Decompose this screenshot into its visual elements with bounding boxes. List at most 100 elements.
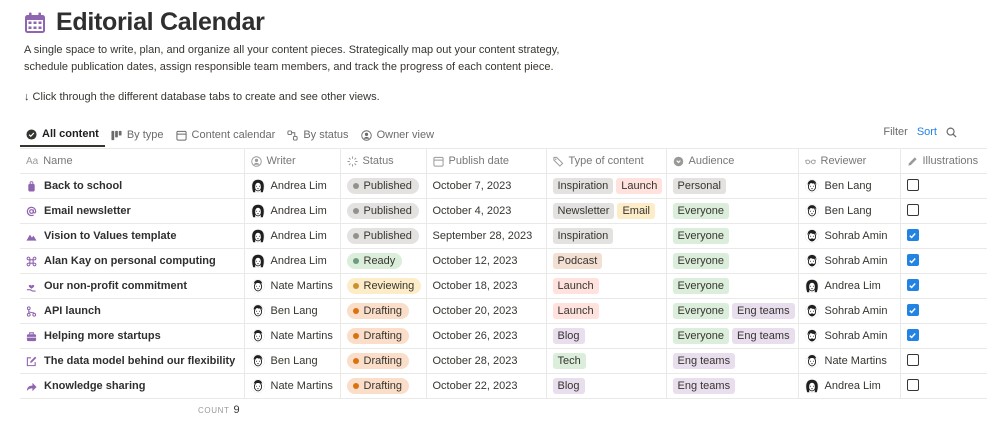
writer-cell[interactable]: Ben Lang <box>244 348 341 374</box>
audience-tag[interactable]: Eng teams <box>672 378 736 394</box>
publish-date-cell[interactable]: October 26, 2023 <box>426 323 547 349</box>
status-cell[interactable]: Drafting <box>340 298 427 324</box>
page-name[interactable]: Back to school <box>44 180 122 192</box>
page-name[interactable]: Our non-profit commitment <box>44 280 187 292</box>
name-cell[interactable]: Back to school <box>20 173 245 199</box>
status-badge[interactable]: Drafting <box>346 353 410 369</box>
audience-tag[interactable]: Eng teams <box>672 353 736 369</box>
type-tag[interactable]: Launch <box>616 178 663 194</box>
audience-tag[interactable]: Eng teams <box>731 328 795 344</box>
type-cell[interactable]: Inspiration Launch <box>546 173 667 199</box>
audience-cell[interactable]: Personal <box>666 173 799 199</box>
illustrations-cell[interactable] <box>900 223 987 249</box>
type-cell[interactable]: Launch <box>546 273 667 299</box>
name-cell[interactable]: The data model behind our flexibility <box>20 348 245 374</box>
illustrations-cell[interactable] <box>900 323 987 349</box>
type-tag[interactable]: Blog <box>552 328 585 344</box>
audience-tag[interactable]: Everyone <box>672 203 729 219</box>
illustrations-checkbox[interactable] <box>906 378 919 391</box>
type-cell[interactable]: Tech <box>546 348 667 374</box>
illustrations-cell[interactable] <box>900 348 987 374</box>
publish-date-cell[interactable]: October 12, 2023 <box>426 248 547 274</box>
type-cell[interactable]: Inspiration <box>546 223 667 249</box>
table-row[interactable]: Back to school Andrea Lim Published October… <box>20 173 987 199</box>
column-header-illustrations[interactable]: Illustrations <box>900 148 987 174</box>
table-row[interactable]: API launch Ben Lang Drafting October 20, 20… <box>20 298 987 324</box>
tab-by-status[interactable]: By status <box>281 123 354 147</box>
page-name[interactable]: Helping more startups <box>44 330 161 342</box>
name-cell[interactable]: Knowledge sharing <box>20 373 245 399</box>
status-cell[interactable]: Published <box>340 198 427 224</box>
reviewer-cell[interactable]: Andrea Lim <box>798 373 901 399</box>
name-cell[interactable]: Vision to Values template <box>20 223 245 249</box>
table-row[interactable]: Email newsletter Andrea Lim Published Octob… <box>20 198 987 224</box>
audience-tag[interactable]: Everyone <box>672 303 729 319</box>
type-tag[interactable]: Blog <box>552 378 585 394</box>
table-row[interactable]: The data model behind our flexibility Ben… <box>20 348 987 374</box>
publish-date-cell[interactable]: October 20, 2023 <box>426 298 547 324</box>
status-badge[interactable]: Published <box>346 178 419 194</box>
type-tag[interactable]: Inspiration <box>552 178 614 194</box>
name-cell[interactable]: API launch <box>20 298 245 324</box>
illustrations-checkbox[interactable] <box>906 254 919 267</box>
status-badge[interactable]: Drafting <box>346 378 410 394</box>
name-cell[interactable]: Email newsletter <box>20 198 245 224</box>
writer-cell[interactable]: Andrea Lim <box>244 198 341 224</box>
audience-tag[interactable]: Eng teams <box>731 303 795 319</box>
type-cell[interactable]: Newsletter Email <box>546 198 667 224</box>
audience-cell[interactable]: Eng teams <box>666 348 799 374</box>
publish-date-cell[interactable]: October 7, 2023 <box>426 173 547 199</box>
status-cell[interactable]: Published <box>340 223 427 249</box>
type-tag[interactable]: Tech <box>552 353 586 369</box>
column-header-writer[interactable]: Writer <box>244 148 341 174</box>
reviewer-cell[interactable]: Sohrab Amin <box>798 298 901 324</box>
type-cell[interactable]: Launch <box>546 298 667 324</box>
column-header-status[interactable]: Status <box>340 148 427 174</box>
column-header-publish-date[interactable]: Publish date <box>426 148 547 174</box>
tab-by-type[interactable]: By type <box>105 123 170 147</box>
status-badge[interactable]: Drafting <box>346 303 410 319</box>
audience-cell[interactable]: Everyone <box>666 273 799 299</box>
type-cell[interactable]: Blog <box>546 373 667 399</box>
status-badge[interactable]: Reviewing <box>346 278 422 294</box>
publish-date-cell[interactable]: October 4, 2023 <box>426 198 547 224</box>
tab-all-content[interactable]: All content <box>20 123 105 147</box>
writer-cell[interactable]: Nate Martins <box>244 323 341 349</box>
page-name[interactable]: Knowledge sharing <box>44 380 145 392</box>
column-header-type[interactable]: Type of content <box>546 148 667 174</box>
publish-date-cell[interactable]: September 28, 2023 <box>426 223 547 249</box>
writer-cell[interactable]: Andrea Lim <box>244 173 341 199</box>
writer-cell[interactable]: Ben Lang <box>244 298 341 324</box>
column-header-audience[interactable]: Audience <box>666 148 799 174</box>
table-row[interactable]: Helping more startups Nate Martins Draftin… <box>20 323 987 349</box>
illustrations-cell[interactable] <box>900 198 987 224</box>
status-cell[interactable]: Ready <box>340 248 427 274</box>
status-cell[interactable]: Drafting <box>340 373 427 399</box>
type-tag[interactable]: Newsletter <box>552 203 615 219</box>
illustrations-checkbox[interactable] <box>906 304 919 317</box>
page-name[interactable]: Email newsletter <box>44 205 131 217</box>
type-cell[interactable]: Blog <box>546 323 667 349</box>
audience-tag[interactable]: Everyone <box>672 278 729 294</box>
type-cell[interactable]: Podcast <box>546 248 667 274</box>
type-tag[interactable]: Email <box>617 203 655 219</box>
writer-cell[interactable]: Nate Martins <box>244 373 341 399</box>
page-name[interactable]: The data model behind our flexibility <box>44 355 235 367</box>
type-tag[interactable]: Inspiration <box>552 228 614 244</box>
type-tag[interactable]: Podcast <box>552 253 603 269</box>
reviewer-cell[interactable]: Nate Martins <box>798 348 901 374</box>
type-tag[interactable]: Launch <box>552 303 599 319</box>
illustrations-cell[interactable] <box>900 248 987 274</box>
audience-tag[interactable]: Personal <box>672 178 726 194</box>
illustrations-checkbox[interactable] <box>906 178 919 191</box>
reviewer-cell[interactable]: Ben Lang <box>798 173 901 199</box>
illustrations-checkbox[interactable] <box>906 203 919 216</box>
audience-cell[interactable]: Eng teams <box>666 373 799 399</box>
status-badge[interactable]: Ready <box>346 253 403 269</box>
column-header-reviewer[interactable]: Reviewer <box>798 148 901 174</box>
sort-button[interactable]: Sort <box>917 126 937 138</box>
illustrations-checkbox[interactable] <box>906 353 919 366</box>
status-badge[interactable]: Drafting <box>346 328 410 344</box>
table-row[interactable]: Knowledge sharing Nate Martins Drafting Oct… <box>20 373 987 399</box>
audience-tag[interactable]: Everyone <box>672 328 729 344</box>
